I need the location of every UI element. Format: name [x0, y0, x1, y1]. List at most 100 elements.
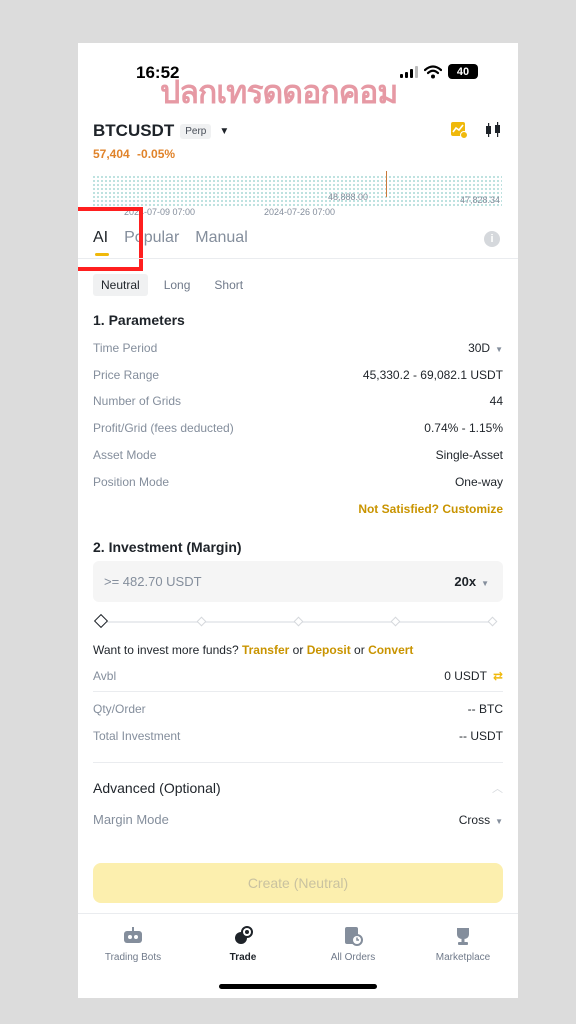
price-line: 57,404 -0.05%: [93, 147, 175, 161]
perp-badge: Perp: [180, 123, 212, 139]
caret-down-icon: ▼: [495, 345, 503, 354]
slider-step[interactable]: [196, 616, 207, 627]
param-price-range: Price Range 45,330.2 - 69,082.1 USDT: [93, 368, 503, 382]
or-text: or: [292, 643, 304, 657]
margin-mode-label: Margin Mode: [93, 812, 169, 827]
avbl-divider: [93, 691, 503, 692]
nav-trade[interactable]: Trade: [188, 914, 298, 983]
avbl-row: Avbl 0 USDT ⇄: [93, 669, 503, 683]
last-price: 57,404: [93, 147, 130, 161]
param-label: Profit/Grid (fees deducted): [93, 421, 234, 435]
total-row: Total Investment -- USDT: [93, 729, 503, 743]
customize-link[interactable]: Not Satisfied? Customize: [358, 502, 503, 516]
slider-step[interactable]: [390, 616, 401, 627]
param-profit-grid: Profit/Grid (fees deducted) 0.74% - 1.15…: [93, 421, 503, 435]
chart-date-right: 2024-07-26 07:00: [264, 207, 336, 217]
investment-input[interactable]: >= 482.70 USDT 20x ▼: [93, 561, 503, 602]
invest-more-text: Want to invest more funds? Transfer or D…: [93, 643, 413, 657]
param-label: Price Range: [93, 368, 160, 382]
pair-selector[interactable]: BTCUSDT Perp ▼: [93, 121, 229, 141]
annotation-highlight-box: [78, 207, 143, 271]
param-grids: Number of Grids 44: [93, 394, 503, 408]
param-label: Time Period: [93, 341, 158, 355]
battery-icon: 40: [448, 64, 478, 79]
slider-step[interactable]: [293, 616, 304, 627]
direction-tabs: Neutral Long Short: [93, 274, 251, 296]
param-value: One-way: [454, 475, 503, 489]
param-value: 45,330.2 - 69,082.1 USDT: [362, 368, 503, 382]
info-icon[interactable]: i: [484, 231, 500, 247]
bottom-nav: Trading Bots Trade All Orders Marketplac…: [78, 913, 518, 983]
trophy-icon: [457, 928, 469, 945]
margin-mode-value: Cross: [458, 812, 491, 827]
chart-settings-icon[interactable]: [450, 121, 468, 139]
leverage-selector[interactable]: 20x ▼: [454, 574, 489, 589]
param-position-mode: Position Mode One-way: [93, 475, 503, 489]
advanced-divider: [93, 762, 503, 763]
home-indicator: [219, 984, 377, 989]
total-label: Total Investment: [93, 729, 181, 743]
orders-icon: [345, 927, 363, 946]
header-icons: [450, 121, 502, 139]
nav-all-orders[interactable]: All Orders: [298, 914, 408, 983]
advanced-title: Advanced (Optional): [93, 780, 221, 796]
create-button[interactable]: Create (Neutral): [93, 863, 503, 903]
param-value: 30D: [468, 341, 491, 355]
status-icons: 40: [400, 64, 478, 79]
leverage-value: 20x: [454, 574, 477, 589]
pair-name: BTCUSDT: [93, 121, 175, 140]
tabs-divider: [78, 258, 518, 259]
param-value: Single-Asset: [435, 448, 503, 462]
subtab-neutral[interactable]: Neutral: [93, 274, 148, 296]
candlestick-icon[interactable]: [484, 121, 502, 139]
cellular-signal-icon: [400, 65, 418, 78]
subtab-short[interactable]: Short: [206, 274, 251, 296]
caret-down-icon: ▼: [481, 579, 489, 588]
margin-mode-row[interactable]: Margin Mode Cross ▼: [93, 812, 503, 827]
nav-marketplace[interactable]: Marketplace: [408, 914, 518, 983]
param-time-period[interactable]: Time Period 30D ▼: [93, 341, 503, 355]
convert-link[interactable]: Convert: [368, 643, 413, 657]
caret-down-icon: ▼: [219, 125, 230, 137]
param-label: Position Mode: [93, 475, 170, 489]
subtab-long[interactable]: Long: [156, 274, 199, 296]
param-value: 44: [489, 394, 503, 408]
param-label: Asset Mode: [93, 448, 157, 462]
nav-label: Marketplace: [435, 952, 491, 963]
slider-step[interactable]: [487, 616, 498, 627]
avbl-label: Avbl: [93, 669, 117, 683]
nav-label: Trade: [229, 952, 257, 963]
nav-label: Trading Bots: [104, 952, 162, 963]
transfer-swap-icon[interactable]: ⇄: [493, 669, 503, 683]
investment-placeholder: >= 482.70 USDT: [104, 574, 202, 589]
total-value: -- USDT: [459, 729, 503, 743]
qty-value: -- BTC: [467, 702, 503, 716]
grid-chart: 48,888.00 47,828.34: [92, 171, 502, 207]
watermark: ปลกเทรดดอกคอม: [160, 74, 398, 110]
param-label: Number of Grids: [93, 394, 182, 408]
chevron-up-icon: ︿: [492, 783, 503, 795]
deposit-link[interactable]: Deposit: [307, 643, 351, 657]
margin-mode-value-wrap: Cross ▼: [459, 813, 503, 827]
slider-handle[interactable]: [93, 613, 109, 629]
investment-slider[interactable]: [93, 613, 498, 629]
param-value: 0.74% - 1.15%: [424, 421, 503, 435]
avbl-value-wrap: 0 USDT ⇄: [444, 669, 503, 683]
qty-label: Qty/Order: [93, 702, 146, 716]
param-asset-mode: Asset Mode Single-Asset: [93, 448, 503, 462]
price-marker-line: [386, 171, 387, 197]
wifi-icon: [424, 64, 442, 78]
trade-icon: [235, 926, 253, 944]
robot-icon: [124, 927, 142, 943]
param-value-wrap: 30D ▼: [468, 341, 503, 355]
chart-level-mid: 48,888.00: [328, 192, 369, 202]
advanced-toggle[interactable]: Advanced (Optional) ︿: [93, 780, 503, 796]
qty-row: Qty/Order -- BTC: [93, 702, 503, 716]
transfer-link[interactable]: Transfer: [242, 643, 289, 657]
investment-title: 2. Investment (Margin): [93, 539, 242, 555]
avbl-value: 0 USDT: [444, 669, 487, 683]
nav-trading-bots[interactable]: Trading Bots: [78, 914, 188, 983]
chart-level-right: 47,828.34: [459, 195, 500, 205]
nav-label: All Orders: [330, 952, 376, 963]
tab-manual[interactable]: Manual: [195, 229, 247, 247]
